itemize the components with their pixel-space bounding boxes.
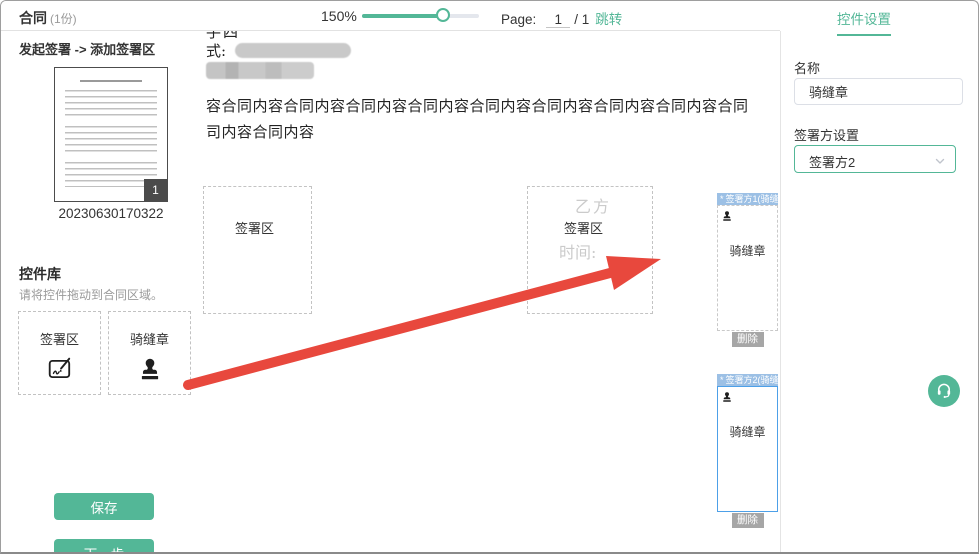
tab-widget-settings[interactable]: 控件设置	[837, 8, 891, 36]
toolbar: 合同(1份) 150% Page: / 1 跳转	[1, 1, 780, 31]
widget-header-label: 签署方1(骑缝章)	[726, 194, 778, 204]
contract-title: 合同(1份)	[19, 8, 77, 28]
widget-library-hint: 请将控件拖动到合同区域。	[19, 286, 163, 303]
widget-name-input[interactable]	[794, 78, 963, 105]
page-total: / 1	[574, 12, 589, 27]
delete-widget-button[interactable]: 删除	[732, 513, 764, 528]
signature-area-placeholder[interactable]: 签署区	[203, 186, 312, 314]
required-star: *	[720, 194, 724, 204]
signature-area-label: 签署区	[564, 218, 603, 237]
paging-seal-icon	[721, 390, 733, 408]
document-canvas[interactable]: 手四 式: 容合同内容合同内容合同内容合同内容合同内容合同内容合同内容合同内容合…	[201, 31, 780, 552]
widget-settings-panel: 名称 签署方设置 签署方2	[781, 31, 978, 552]
zoom-percent: 150%	[321, 8, 357, 24]
delete-widget-button[interactable]: 删除	[732, 332, 764, 347]
paging-seal-widget-1[interactable]: *签署方1(骑缝章) 骑缝章 删除	[717, 193, 778, 347]
widget-label: 骑缝章	[718, 242, 777, 259]
signature-area-icon	[47, 356, 73, 387]
paragraph-line: 司内容合同内容	[206, 119, 749, 145]
paging-seal-widget-2[interactable]: *签署方2(骑缝章) 骑缝章 删除	[717, 374, 778, 528]
widget-body[interactable]: 骑缝章	[717, 205, 778, 331]
widget-body[interactable]: 骑缝章	[717, 386, 778, 512]
widget-library-title: 控件库	[19, 264, 61, 284]
breadcrumb: 发起签署 -> 添加签署区	[19, 39, 155, 58]
page-jump-link[interactable]: 跳转	[595, 12, 622, 27]
thumbnail-title-line	[80, 80, 143, 82]
document-paragraph: 容合同内容合同内容合同内容合同内容合同内容合同内容合同内容合同内容合同 司内容合…	[206, 93, 749, 145]
page-thumbnail[interactable]: 1	[54, 67, 168, 202]
redacted-text-blob	[206, 62, 314, 79]
next-step-button[interactable]: 下一步	[54, 539, 154, 554]
thumbnail-text-lines	[65, 90, 157, 187]
document-field-label: 式:	[206, 40, 226, 61]
paging-seal-icon	[137, 356, 163, 387]
draggable-paging-seal-control[interactable]: 骑缝章	[108, 311, 191, 395]
page-number-input[interactable]	[546, 12, 570, 28]
paging-seal-icon	[721, 209, 733, 227]
signer-select-value: 签署方2	[809, 152, 855, 171]
signer-select[interactable]: 签署方2	[794, 145, 956, 173]
save-button[interactable]: 保存	[54, 493, 154, 520]
headset-icon	[935, 381, 953, 402]
document-id: 20230630170322	[41, 206, 181, 221]
widget-label: 骑缝章	[718, 423, 777, 440]
contract-editor-window: 合同(1份) 150% Page: / 1 跳转 控件设置 发起签署 -> 添加签署…	[0, 0, 979, 554]
party-b-signature-placeholder[interactable]: 乙方 签署区 时间:	[527, 186, 653, 314]
chevron-down-icon	[934, 154, 946, 172]
page-navigation: Page: / 1 跳转	[501, 8, 622, 28]
contract-count: (1份)	[50, 12, 77, 26]
zoom-slider-fill	[362, 14, 444, 18]
contract-title-text: 合同	[19, 10, 47, 26]
zoom-slider-knob[interactable]	[436, 8, 450, 22]
control-label: 签署区	[40, 329, 79, 348]
redacted-text-blob	[235, 43, 351, 58]
support-fab-button[interactable]	[928, 375, 960, 407]
zoom-slider[interactable]	[362, 14, 479, 18]
widget-header[interactable]: *签署方2(骑缝章)	[717, 374, 778, 386]
control-label: 骑缝章	[130, 329, 169, 348]
signer-setting-label: 签署方设置	[794, 125, 859, 144]
widget-header[interactable]: *签署方1(骑缝章)	[717, 193, 778, 205]
page-label: Page:	[501, 12, 536, 27]
party-b-label: 乙方	[575, 193, 611, 217]
widget-header-label: 签署方2(骑缝章)	[726, 375, 778, 385]
panel-divider	[780, 31, 781, 552]
name-field-label: 名称	[794, 58, 820, 77]
time-label: 时间:	[559, 239, 596, 263]
draggable-signature-area-control[interactable]: 签署区	[18, 311, 101, 395]
signature-area-label: 签署区	[235, 218, 274, 237]
paragraph-line: 容合同内容合同内容合同内容合同内容合同内容合同内容合同内容合同内容合同	[206, 93, 749, 119]
page-number-badge: 1	[144, 179, 167, 201]
required-star: *	[720, 375, 724, 385]
